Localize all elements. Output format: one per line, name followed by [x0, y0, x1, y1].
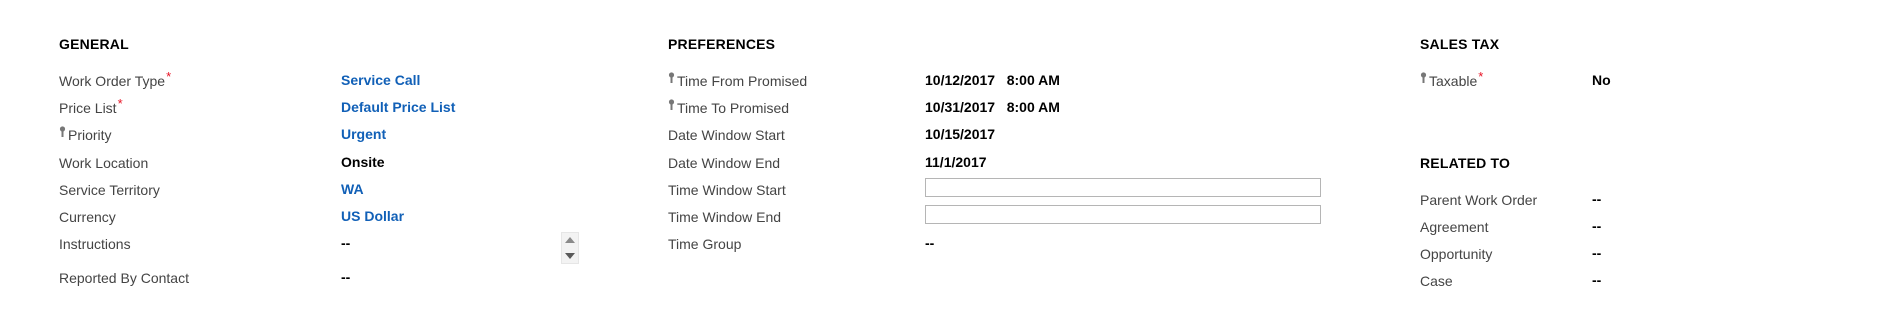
section-title-preferences: PREFERENCES [668, 36, 776, 52]
field-label: Priority [59, 126, 112, 143]
work-location-value[interactable]: Onsite [341, 154, 385, 170]
field-label: Date Window End [668, 155, 781, 171]
time-window-start-input[interactable] [925, 178, 1321, 197]
required-asterisk: * [117, 96, 123, 111]
field-label: Work Order Type* [59, 69, 172, 89]
field-label: Currency [59, 209, 116, 225]
taxable-value[interactable]: No [1592, 72, 1611, 88]
currency-link[interactable]: US Dollar [341, 208, 404, 224]
instructions-value[interactable]: -- [341, 235, 350, 251]
field-label: Service Territory [59, 182, 160, 198]
required-asterisk: * [166, 69, 172, 84]
field-label: Work Location [59, 155, 149, 171]
service-territory-link[interactable]: WA [341, 181, 364, 197]
lock-icon [1420, 72, 1427, 83]
work-order-type-link[interactable]: Service Call [341, 72, 420, 88]
section-title-general: GENERAL [59, 36, 129, 52]
time-group-value[interactable]: -- [925, 235, 934, 251]
field-label: Taxable* [1420, 69, 1483, 89]
opportunity-value[interactable]: -- [1592, 245, 1601, 261]
required-asterisk: * [1478, 69, 1484, 84]
field-label: Time To Promised [668, 99, 789, 116]
field-label: Time Window End [668, 209, 782, 225]
lock-icon [668, 99, 675, 110]
price-list-link[interactable]: Default Price List [341, 99, 455, 115]
field-label: Instructions [59, 236, 131, 252]
field-label: Reported By Contact [59, 270, 189, 286]
field-label: Case [1420, 273, 1453, 289]
agreement-value[interactable]: -- [1592, 218, 1601, 234]
lock-icon [59, 126, 66, 137]
scroll-up-icon[interactable] [565, 237, 575, 243]
reported-by-contact-value[interactable]: -- [341, 269, 350, 285]
field-label: Agreement [1420, 219, 1489, 235]
date-window-start-value[interactable]: 10/15/2017 [925, 126, 995, 142]
field-label: Parent Work Order [1420, 192, 1538, 208]
time-to-promised-value[interactable]: 10/31/2017 8:00 AM [925, 99, 1060, 115]
field-label: Price List* [59, 96, 123, 116]
time-window-end-input[interactable] [925, 205, 1321, 224]
time-from-promised-value[interactable]: 10/12/2017 8:00 AM [925, 72, 1060, 88]
parent-work-order-value[interactable]: -- [1592, 191, 1601, 207]
case-value[interactable]: -- [1592, 272, 1601, 288]
lock-icon [668, 72, 675, 83]
field-label: Time From Promised [668, 72, 807, 89]
section-title-related-to: RELATED TO [1420, 155, 1511, 171]
priority-link[interactable]: Urgent [341, 126, 386, 142]
field-label: Date Window Start [668, 127, 785, 143]
scroll-down-icon[interactable] [565, 253, 575, 259]
field-label: Time Window Start [668, 182, 786, 198]
section-title-sales-tax: SALES TAX [1420, 36, 1500, 52]
instructions-scroll-stepper[interactable] [561, 232, 579, 264]
field-label: Opportunity [1420, 246, 1493, 262]
field-label: Time Group [668, 236, 742, 252]
date-window-end-value[interactable]: 11/1/2017 [925, 154, 987, 170]
